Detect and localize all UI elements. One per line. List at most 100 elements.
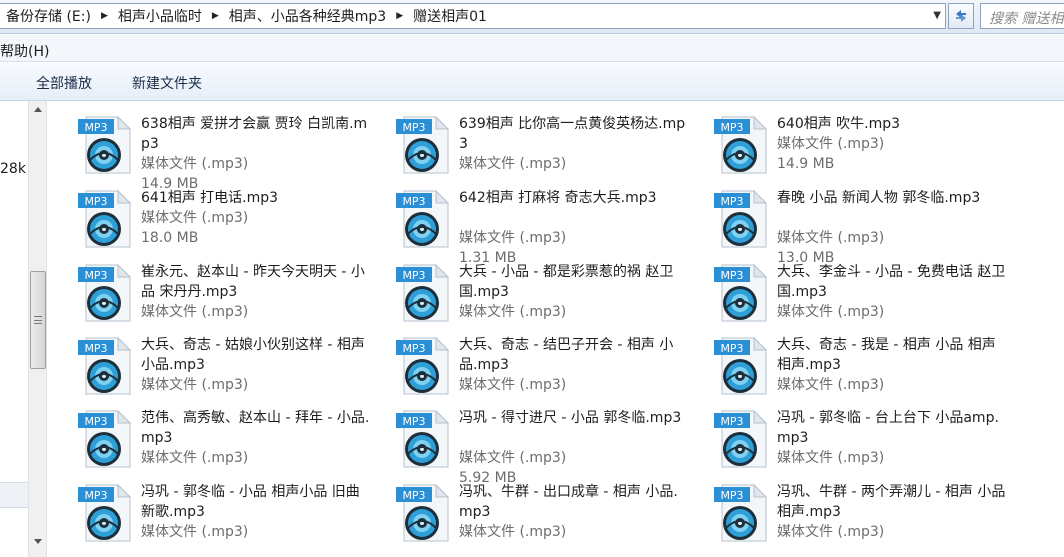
file-item[interactable]: MP3 大兵 - 小品 - 都是彩票惹的祸 赵卫国.mp3 媒体文件 (.mp3) xyxy=(366,249,684,322)
file-name: 冯巩、牛群 - 两个弄潮儿 - 相声 小品 相声.mp3 xyxy=(777,484,1006,520)
mp3-file-icon: MP3 xyxy=(396,409,450,469)
search-input[interactable]: 搜索 赠送相声01 xyxy=(980,3,1064,29)
file-item[interactable]: MP3 638相声 爱拼才会赢 贾玲 白凯南.mp3 媒体文件 (.mp3) 14.9… xyxy=(48,101,367,192)
mp3-icon-label: MP3 xyxy=(402,415,425,428)
breadcrumb-arrow-icon[interactable]: ▶ xyxy=(97,11,112,21)
breadcrumb-arrow-icon[interactable]: ▶ xyxy=(208,11,223,21)
file-item[interactable]: MP3 大兵、奇志 - 姑娘小伙别这样 - 相声 小品.mp3 媒体文件 (.mp3… xyxy=(48,322,366,395)
mp3-file-icon: MP3 xyxy=(714,189,768,249)
file-item[interactable]: MP3 639相声 比你高一点黄俊英杨达.mp3 媒体文件 (.mp3) xyxy=(366,101,685,174)
file-item[interactable]: MP3 冯巩、牛群 - 两个弄潮儿 - 相声 小品 相声.mp3 媒体文件 (.mp… xyxy=(684,469,1005,542)
file-item[interactable]: MP3 春晚 小品 新闻人物 郭冬临.mp3 媒体文件 (.mp3) 13.0 MB xyxy=(684,175,1002,266)
file-name: 冯巩、牛群 - 出口成章 - 相声 小品.mp3 xyxy=(459,484,678,520)
file-type: 媒体文件 (.mp3) xyxy=(141,210,249,226)
file-item[interactable]: MP3 642相声 打麻将 奇志大兵.mp3 媒体文件 (.mp3) 1.31 MB xyxy=(366,175,684,266)
file-item[interactable]: MP3 崔永元、赵本山 - 昨天今天明天 - 小品 宋丹丹.mp3 媒体文件 (.m… xyxy=(48,249,366,322)
mp3-file-icon: MP3 xyxy=(396,115,450,175)
mp3-file-icon: MP3 xyxy=(396,263,450,323)
file-size: 18.0 MB xyxy=(141,230,199,246)
mp3-icon-label: MP3 xyxy=(720,269,743,282)
mp3-icon-label: MP3 xyxy=(720,415,743,428)
mp3-file-icon: MP3 xyxy=(714,409,768,469)
file-item[interactable]: MP3 冯巩 - 郭冬临 - 小品 相声小品 旧曲新歌.mp3 媒体文件 (.mp3… xyxy=(48,469,366,542)
breadcrumb-folder-current[interactable]: 赠送相声01 xyxy=(407,6,493,26)
file-name: 大兵、李金斗 - 小品 - 免费电话 赵卫国.mp3 xyxy=(777,264,1006,300)
file-type: 媒体文件 (.mp3) xyxy=(777,136,885,152)
file-type: 媒体文件 (.mp3) xyxy=(141,304,249,320)
new-folder-button[interactable]: 新建文件夹 xyxy=(132,73,202,93)
file-name: 春晚 小品 新闻人物 郭冬临.mp3 xyxy=(777,190,981,206)
file-type: 媒体文件 (.mp3) xyxy=(777,377,885,393)
file-type: 媒体文件 (.mp3) xyxy=(777,304,885,320)
file-type: 媒体文件 (.mp3) xyxy=(141,156,249,172)
file-name: 冯巩 - 得寸进尺 - 小品 郭冬临.mp3 xyxy=(459,410,682,426)
mp3-icon-label: MP3 xyxy=(720,489,743,502)
file-item[interactable]: MP3 641相声 打电话.mp3 媒体文件 (.mp3) 18.0 MB xyxy=(48,175,366,248)
mp3-icon-label: MP3 xyxy=(84,342,107,355)
breadcrumb-arrow-icon[interactable]: ▶ xyxy=(392,11,407,21)
mp3-icon-label: MP3 xyxy=(84,195,107,208)
mp3-file-icon: MP3 xyxy=(714,263,768,323)
file-type: 媒体文件 (.mp3) xyxy=(459,230,567,246)
refresh-icon xyxy=(956,10,966,22)
mp3-icon-label: MP3 xyxy=(84,415,107,428)
file-item[interactable]: MP3 大兵、李金斗 - 小品 - 免费电话 赵卫国.mp3 媒体文件 (.mp3) xyxy=(684,249,1005,322)
menu-bar: 帮助(H) xyxy=(0,35,1064,62)
file-name: 大兵、奇志 - 姑娘小伙别这样 - 相声 小品.mp3 xyxy=(141,337,365,373)
breadcrumb-drive[interactable]: 备份存储 (E:) xyxy=(0,6,97,26)
scroll-down-icon[interactable] xyxy=(34,539,42,544)
mp3-file-icon: MP3 xyxy=(396,336,450,396)
file-name: 崔永元、赵本山 - 昨天今天明天 - 小品 宋丹丹.mp3 xyxy=(141,264,365,300)
mp3-file-icon: MP3 xyxy=(78,115,132,175)
address-dropdown-icon[interactable]: ▼ xyxy=(933,10,941,21)
nav-divider xyxy=(0,482,28,508)
mp3-file-icon: MP3 xyxy=(78,336,132,396)
file-list: MP3 638相声 爱拼才会赢 贾玲 白凯南.mp3 媒体文件 (.mp3) 14.9… xyxy=(48,101,1064,557)
mp3-file-icon: MP3 xyxy=(78,483,132,543)
file-name: 大兵 - 小品 - 都是彩票惹的祸 赵卫国.mp3 xyxy=(459,264,674,300)
mp3-file-icon: MP3 xyxy=(396,189,450,249)
nav-scrollbar[interactable] xyxy=(28,101,47,557)
refresh-button[interactable] xyxy=(948,3,974,29)
mp3-file-icon: MP3 xyxy=(396,483,450,543)
mp3-icon-label: MP3 xyxy=(84,489,107,502)
file-item[interactable]: MP3 冯巩、牛群 - 出口成章 - 相声 小品.mp3 媒体文件 (.mp3) xyxy=(366,469,684,542)
file-name: 冯巩 - 郭冬临 - 台上台下 小品amp.mp3 xyxy=(777,410,999,446)
file-item[interactable]: MP3 大兵、奇志 - 结巴子开会 - 相声 小品.mp3 媒体文件 (.mp3) xyxy=(366,322,684,395)
scrollbar-thumb[interactable] xyxy=(30,271,46,369)
breadcrumb[interactable]: 备份存储 (E:) ▶ 相声小品临时 ▶ 相声、小品各种经典mp3 ▶ 赠送相声… xyxy=(0,3,946,29)
file-name: 大兵、奇志 - 结巴子开会 - 相声 小品.mp3 xyxy=(459,337,674,373)
scroll-up-icon[interactable] xyxy=(34,107,42,112)
mp3-icon-label: MP3 xyxy=(402,195,425,208)
file-size: 14.9 MB xyxy=(777,156,835,172)
grip-icon xyxy=(34,316,42,324)
mp3-icon-label: MP3 xyxy=(720,342,743,355)
file-type: 媒体文件 (.mp3) xyxy=(459,156,567,172)
mp3-icon-label: MP3 xyxy=(84,269,107,282)
breadcrumb-folder-temp[interactable]: 相声小品临时 xyxy=(112,6,208,26)
play-all-button[interactable]: 全部播放 xyxy=(36,73,92,93)
file-type: 媒体文件 (.mp3) xyxy=(459,524,567,540)
nav-size-text: 28k xyxy=(0,161,26,177)
mp3-icon-label: MP3 xyxy=(720,195,743,208)
file-item[interactable]: MP3 冯巩 - 得寸进尺 - 小品 郭冬临.mp3 媒体文件 (.mp3) 5.92… xyxy=(366,395,684,486)
breadcrumb-folder-classics[interactable]: 相声、小品各种经典mp3 xyxy=(223,6,392,26)
menu-help[interactable]: 帮助(H) xyxy=(0,41,49,61)
file-type: 媒体文件 (.mp3) xyxy=(777,524,885,540)
toolbar: 全部播放 新建文件夹 xyxy=(0,63,1064,101)
file-item[interactable]: MP3 冯巩 - 郭冬临 - 台上台下 小品amp.mp3 媒体文件 (.mp3) xyxy=(684,395,1002,468)
file-name: 641相声 打电话.mp3 xyxy=(141,190,279,206)
mp3-file-icon: MP3 xyxy=(78,263,132,323)
mp3-file-icon: MP3 xyxy=(714,115,768,175)
mp3-file-icon: MP3 xyxy=(78,189,132,249)
file-type: 媒体文件 (.mp3) xyxy=(459,377,567,393)
file-name: 冯巩 - 郭冬临 - 小品 相声小品 旧曲新歌.mp3 xyxy=(141,484,360,520)
file-item[interactable]: MP3 640相声 吹牛.mp3 媒体文件 (.mp3) 14.9 MB xyxy=(684,101,1002,174)
file-item[interactable]: MP3 范伟、高秀敏、赵本山 - 拜年 - 小品.mp3 媒体文件 (.mp3) xyxy=(48,395,369,468)
mp3-icon-label: MP3 xyxy=(402,269,425,282)
file-name: 范伟、高秀敏、赵本山 - 拜年 - 小品.mp3 xyxy=(141,410,370,446)
address-row: 备份存储 (E:) ▶ 相声小品临时 ▶ 相声、小品各种经典mp3 ▶ 赠送相声… xyxy=(0,0,1064,34)
mp3-file-icon: MP3 xyxy=(78,409,132,469)
file-name: 640相声 吹牛.mp3 xyxy=(777,116,901,132)
file-item[interactable]: MP3 大兵、奇志 - 我是 - 相声 小品 相声相声.mp3 媒体文件 (.mp3… xyxy=(684,322,1002,395)
